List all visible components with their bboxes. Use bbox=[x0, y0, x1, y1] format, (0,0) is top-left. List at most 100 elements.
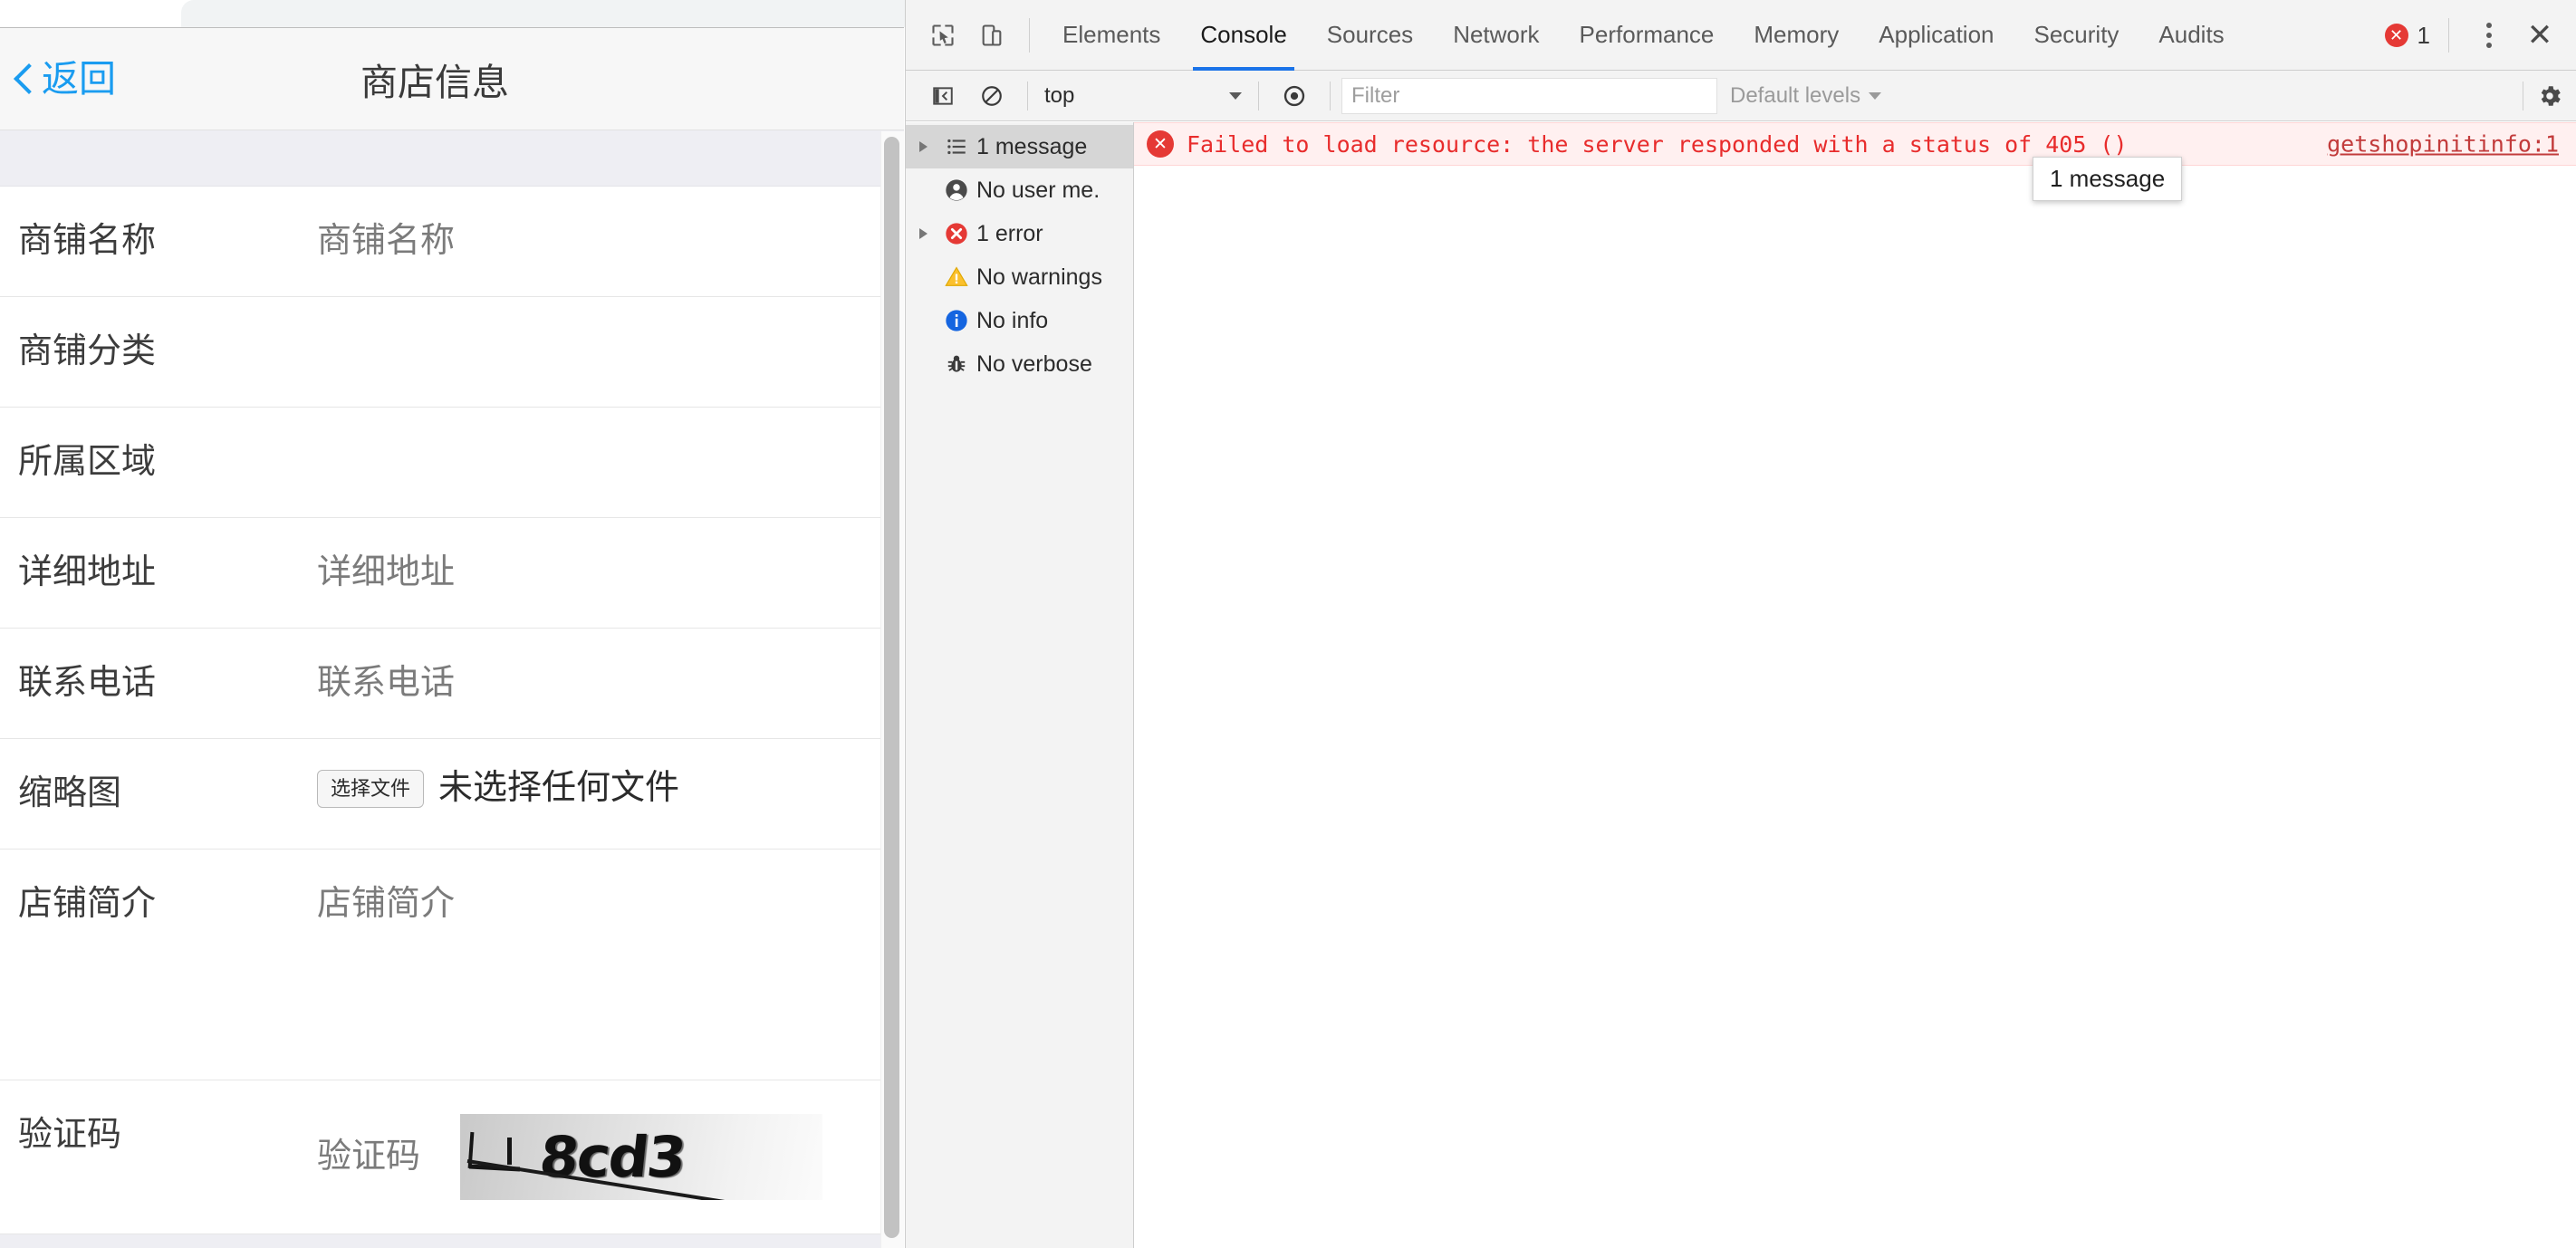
choose-file-button[interactable]: 选择文件 bbox=[317, 770, 425, 808]
sidebar-item-user-messages[interactable]: No user me. bbox=[906, 168, 1133, 212]
devtools-tabbar: Elements Console Sources Network Perform… bbox=[906, 0, 2576, 71]
tab-elements[interactable]: Elements bbox=[1043, 0, 1180, 71]
log-levels-select[interactable]: Default levels bbox=[1730, 82, 1882, 109]
devtools-tab-list: Elements Console Sources Network Perform… bbox=[1043, 0, 2244, 71]
shop-info-form: 商铺名称 商铺名称 商铺分类 所属区域 详细地址 详细地址 联系电话 联系电话 … bbox=[0, 187, 904, 1234]
user-icon bbox=[937, 178, 976, 203]
region-select[interactable] bbox=[317, 408, 904, 462]
tab-sources[interactable]: Sources bbox=[1307, 0, 1433, 71]
console-message-row[interactable]: ✕ Failed to load resource: the server re… bbox=[1134, 122, 2576, 166]
kebab-menu-icon[interactable] bbox=[2467, 11, 2511, 60]
field-label: 缩略图 bbox=[18, 774, 122, 812]
sidebar-item-errors[interactable]: 1 error bbox=[906, 212, 1133, 255]
page-bottom-band bbox=[0, 1234, 904, 1248]
sidebar-item-warnings[interactable]: No warnings bbox=[906, 255, 1133, 299]
form-row-description: 店铺简介 店铺简介 bbox=[0, 850, 904, 1080]
console-message-source-link[interactable]: getshopinitinfo:1 bbox=[2327, 131, 2559, 158]
toolbar-divider bbox=[1029, 17, 1030, 53]
chevron-down-icon bbox=[1869, 91, 1882, 100]
field-label: 联系电话 bbox=[18, 664, 157, 702]
tab-memory[interactable]: Memory bbox=[1734, 0, 1859, 71]
gear-icon[interactable] bbox=[2536, 82, 2563, 110]
sidebar-item-label: 1 error bbox=[976, 220, 1043, 246]
field-label: 商铺分类 bbox=[18, 332, 157, 370]
page-navbar: 返回 商店信息 bbox=[0, 28, 904, 130]
field-label: 验证码 bbox=[18, 1116, 122, 1154]
captcha-image[interactable]: 8cd3 bbox=[460, 1114, 823, 1200]
form-row-phone: 联系电话 联系电话 bbox=[0, 629, 904, 739]
expand-arrow-icon[interactable] bbox=[909, 228, 937, 239]
field-label: 店铺简介 bbox=[18, 885, 157, 923]
filter-input[interactable] bbox=[1341, 77, 1717, 114]
sidebar-item-label: No info bbox=[976, 307, 1049, 333]
console-body: 1 message No user me. 1 error No warning… bbox=[906, 122, 2576, 1248]
field-label: 详细地址 bbox=[18, 553, 157, 591]
devtools-panel: Elements Console Sources Network Perform… bbox=[905, 0, 2576, 1248]
toolbar-divider bbox=[1330, 81, 1331, 110]
inspect-cursor-icon[interactable] bbox=[918, 11, 967, 60]
form-row-captcha: 验证码 验证码 8cd3 bbox=[0, 1080, 904, 1234]
sidebar-item-label: No warnings bbox=[976, 264, 1102, 290]
console-message-list: ✕ Failed to load resource: the server re… bbox=[1134, 122, 2576, 1248]
page-viewport: 返回 商店信息 商铺名称 商铺名称 商铺分类 所属区域 详细地址 详细地址 联系… bbox=[0, 27, 904, 1248]
address-input[interactable]: 详细地址 bbox=[317, 518, 904, 592]
thumbnail-file-input[interactable]: 选择文件 未选择任何文件 bbox=[317, 739, 904, 808]
error-icon bbox=[937, 221, 976, 246]
toolbar-divider bbox=[1027, 81, 1028, 110]
shop-name-input[interactable]: 商铺名称 bbox=[317, 187, 904, 261]
sidebar-item-info[interactable]: No info bbox=[906, 299, 1133, 342]
error-count-badge[interactable]: ✕ 1 bbox=[2384, 21, 2430, 50]
info-icon bbox=[937, 308, 976, 333]
live-expression-icon[interactable] bbox=[1270, 72, 1319, 120]
execution-context-select[interactable]: top bbox=[1039, 78, 1247, 114]
toolbar-divider bbox=[2448, 18, 2449, 53]
screen-root: 返回 商店信息 商铺名称 商铺名称 商铺分类 所属区域 详细地址 详细地址 联系… bbox=[0, 0, 2576, 1248]
list-icon bbox=[937, 135, 976, 158]
tab-network[interactable]: Network bbox=[1433, 0, 1559, 71]
form-row-address: 详细地址 详细地址 bbox=[0, 518, 904, 629]
page-title: 商店信息 bbox=[360, 62, 509, 103]
sidebar-item-label: No verbose bbox=[976, 350, 1092, 377]
error-count-value: 1 bbox=[2417, 21, 2430, 49]
tooltip: 1 message bbox=[2033, 157, 2183, 201]
log-levels-label: Default levels bbox=[1730, 82, 1861, 108]
devtools-toolbar-right: ✕ 1 ✕ bbox=[2384, 0, 2563, 71]
captcha-code-text: 8cd3 bbox=[536, 1123, 688, 1190]
captcha-noise-stroke bbox=[507, 1138, 513, 1165]
form-row-shop-category: 商铺分类 bbox=[0, 297, 904, 408]
tab-application[interactable]: Application bbox=[1859, 0, 2014, 71]
chevron-down-icon bbox=[1229, 91, 1242, 100]
execution-context-value: top bbox=[1044, 82, 1075, 108]
console-message-text: Failed to load resource: the server resp… bbox=[1187, 130, 2128, 158]
phone-input[interactable]: 联系电话 bbox=[317, 629, 904, 703]
captcha-input[interactable]: 验证码 bbox=[317, 1138, 420, 1176]
field-label: 所属区域 bbox=[18, 443, 157, 481]
sidebar-item-verbose[interactable]: No verbose bbox=[906, 342, 1133, 386]
error-icon: ✕ bbox=[1147, 130, 1174, 158]
expand-arrow-icon[interactable] bbox=[909, 141, 937, 152]
warning-icon bbox=[937, 264, 976, 290]
console-sidebar: 1 message No user me. 1 error No warning… bbox=[906, 122, 1134, 1248]
form-row-region: 所属区域 bbox=[0, 408, 904, 518]
error-icon: ✕ bbox=[2384, 24, 2408, 47]
shop-category-select[interactable] bbox=[317, 297, 904, 351]
sidebar-item-messages[interactable]: 1 message bbox=[906, 125, 1133, 168]
toolbar-divider bbox=[1258, 81, 1259, 110]
tab-console[interactable]: Console bbox=[1180, 0, 1306, 71]
tab-performance[interactable]: Performance bbox=[1560, 0, 1735, 71]
page-scrollbar-thumb[interactable] bbox=[884, 137, 899, 1238]
section-gap-band bbox=[0, 130, 904, 187]
device-toolbar-icon[interactable] bbox=[967, 11, 1016, 60]
description-textarea[interactable]: 店铺简介 bbox=[317, 850, 904, 924]
clear-console-icon[interactable] bbox=[967, 72, 1016, 120]
bug-icon bbox=[937, 352, 976, 376]
captcha-field-group: 验证码 8cd3 bbox=[317, 1114, 904, 1200]
sidebar-item-label: No user me. bbox=[976, 177, 1101, 203]
form-row-shop-name: 商铺名称 商铺名称 bbox=[0, 187, 904, 297]
console-filter-toolbar: top Default levels bbox=[906, 71, 2576, 121]
tab-security[interactable]: Security bbox=[2014, 0, 2139, 71]
tab-audits[interactable]: Audits bbox=[2139, 0, 2244, 71]
field-label: 商铺名称 bbox=[18, 222, 157, 260]
close-icon[interactable]: ✕ bbox=[2516, 11, 2563, 60]
console-sidebar-toggle-icon[interactable] bbox=[918, 72, 967, 120]
